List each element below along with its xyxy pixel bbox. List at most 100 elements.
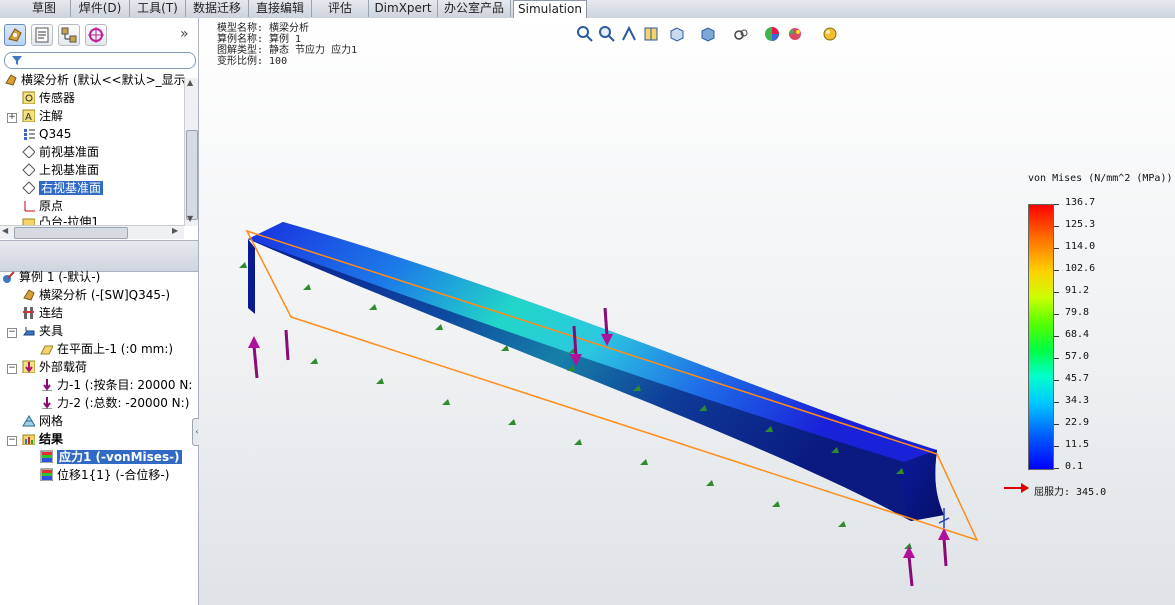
tab-tools[interactable]: 工具(T)	[130, 0, 186, 17]
scroll-thumb[interactable]	[186, 130, 198, 220]
legend-tick: 125.3	[1065, 219, 1096, 230]
tree-label: 力-1 (:按条目: 20000 N:	[57, 378, 193, 392]
expand-annotations-icon[interactable]: +	[7, 113, 17, 123]
stress-plot-icon	[40, 450, 53, 463]
stress-plot-3d[interactable]	[199, 18, 1019, 605]
study-item-fixtures[interactable]: 夹具	[22, 323, 63, 340]
tree-label: 横梁分析 (-[SW]Q345-)	[39, 288, 171, 302]
scroll-left-icon[interactable]: ◀	[2, 226, 8, 235]
tree-item-sensors[interactable]: 传感器	[22, 90, 75, 107]
study-item-fixture-1[interactable]: 在平面上-1 (:0 mm:)	[40, 341, 173, 358]
tab-weldments[interactable]: 焊件(D)	[71, 0, 130, 17]
graphics-area[interactable]: 模型名称: 横梁分析 算例名称: 算例 1 图解类型: 静态 节应力 应力1 变…	[199, 18, 1175, 605]
tree-label: 夹具	[39, 324, 64, 338]
tree-item-extrude[interactable]: 凸台-拉伸1	[22, 214, 99, 225]
study-item-stress-plot[interactable]: 应力1 (-vonMises-)	[40, 449, 182, 466]
study-item-external-loads[interactable]: 外部载荷	[22, 359, 87, 376]
connection-icon	[23, 307, 34, 319]
legend-tick-mark	[1054, 226, 1059, 227]
svg-text:A: A	[25, 112, 32, 122]
tree-label: 网格	[39, 414, 64, 428]
fixture-icon	[23, 327, 35, 336]
tree-label: Q345	[39, 127, 72, 141]
scroll-down-icon[interactable]: ▼	[187, 214, 193, 223]
legend-tick-mark	[1054, 424, 1059, 425]
study-item-force-2[interactable]: 力-2 (:总数: -20000 N:)	[40, 395, 189, 412]
tab-sketch[interactable]: 草图	[18, 0, 71, 17]
legend-tick: 68.4	[1065, 329, 1090, 340]
tree-label: 上视基准面	[39, 163, 100, 177]
tree-label: 连结	[39, 306, 64, 320]
expand-panel-icon[interactable]: »	[180, 26, 189, 42]
tree-item-origin[interactable]: 原点	[22, 198, 63, 215]
beam-left-end	[248, 239, 255, 314]
legend-tick: 0.1	[1065, 461, 1084, 472]
feature-manager-tab[interactable]	[4, 24, 26, 46]
legend-tick-mark	[1054, 468, 1059, 469]
tab-simulation[interactable]: Simulation	[513, 0, 587, 19]
legend-tick-mark	[1054, 270, 1059, 271]
tab-direct-editing[interactable]: 直接编辑	[249, 0, 312, 17]
legend-tick-mark	[1054, 292, 1059, 293]
study-item-displacement-plot[interactable]: 位移1{1} (-合位移-)	[40, 467, 169, 484]
tree-label: 算例 1 (-默认-)	[19, 270, 101, 284]
tree-item-right-plane[interactable]: 右视基准面	[22, 180, 104, 197]
study-icon	[3, 271, 15, 283]
part-name: 横梁分析 (默认<<默认>_显示	[21, 73, 186, 87]
legend-tick-mark	[1054, 358, 1059, 359]
tree-label-selected: 右视基准面	[39, 181, 104, 195]
filter-icon	[12, 56, 22, 65]
tree-filter-input[interactable]	[4, 52, 196, 69]
study-root[interactable]: 算例 1 (-默认-)	[2, 269, 100, 286]
study-item-force-1[interactable]: 力-1 (:按条目: 20000 N:	[40, 377, 192, 394]
tree-item-material[interactable]: Q345	[22, 126, 71, 143]
legend-tick: 114.0	[1065, 241, 1096, 252]
extrude-icon	[22, 218, 35, 225]
dimxpert-manager-tab[interactable]	[85, 24, 107, 46]
tree-label: 位移1{1} (-合位移-)	[57, 468, 170, 482]
tab-evaluate[interactable]: 评估	[312, 0, 369, 17]
scroll-up-icon[interactable]: ▲	[187, 78, 193, 87]
tree-item-front-plane[interactable]: 前视基准面	[22, 144, 99, 161]
legend-tick-mark	[1054, 314, 1059, 315]
configuration-manager-tab[interactable]	[58, 24, 80, 46]
material-icon	[24, 129, 35, 140]
study-item-part[interactable]: 横梁分析 (-[SW]Q345-)	[22, 287, 170, 304]
force-arrow-icon	[42, 397, 52, 409]
scroll-right-icon[interactable]: ▶	[172, 226, 178, 235]
study-item-mesh[interactable]: 网格	[22, 413, 63, 430]
tree-root-part[interactable]: 横梁分析 (默认<<默认>_显示	[4, 72, 186, 89]
property-icon	[35, 27, 49, 43]
fixture-markers	[239, 262, 912, 549]
feature-tree-icon	[8, 28, 22, 42]
part-icon	[5, 74, 17, 86]
panel-splitter[interactable]	[0, 240, 198, 272]
beam-end-face	[901, 450, 944, 521]
legend-tick-mark	[1054, 248, 1059, 249]
study-item-results[interactable]: 结果	[22, 431, 63, 448]
scroll-thumb[interactable]	[14, 227, 128, 239]
tab-dimxpert[interactable]: DimXpert	[369, 0, 438, 17]
yield-strength-label: 屈服力: 345.0	[1034, 487, 1107, 498]
property-manager-tab[interactable]	[31, 24, 53, 46]
plane-icon	[22, 145, 35, 158]
collapse-results-icon[interactable]: −	[7, 436, 17, 446]
legend-tick: 57.0	[1065, 351, 1090, 362]
tree-label: 原点	[39, 199, 64, 213]
legend-tick: 91.2	[1065, 285, 1090, 296]
tree-vertical-scrollbar[interactable]: ▲ ▼	[184, 78, 198, 226]
stress-color-scale[interactable]	[1028, 204, 1054, 470]
tree-item-top-plane[interactable]: 上视基准面	[22, 162, 99, 179]
tree-label: 注解	[39, 109, 64, 123]
legend-tick: 102.6	[1065, 263, 1096, 274]
legend-tick: 11.5	[1065, 439, 1090, 450]
tab-data-migration[interactable]: 数据迁移	[186, 0, 249, 17]
study-item-connections[interactable]: 连结	[22, 305, 63, 322]
collapse-fixtures-icon[interactable]: −	[7, 328, 17, 338]
tab-office-products[interactable]: 办公室产品	[438, 0, 511, 17]
annotation-icon: A	[22, 109, 35, 122]
collapse-loads-icon[interactable]: −	[7, 364, 17, 374]
tree-item-annotations[interactable]: A 注解	[22, 108, 63, 125]
tree-horizontal-scrollbar[interactable]: ◀ ▶	[0, 225, 184, 239]
legend-tick: 34.3	[1065, 395, 1090, 406]
